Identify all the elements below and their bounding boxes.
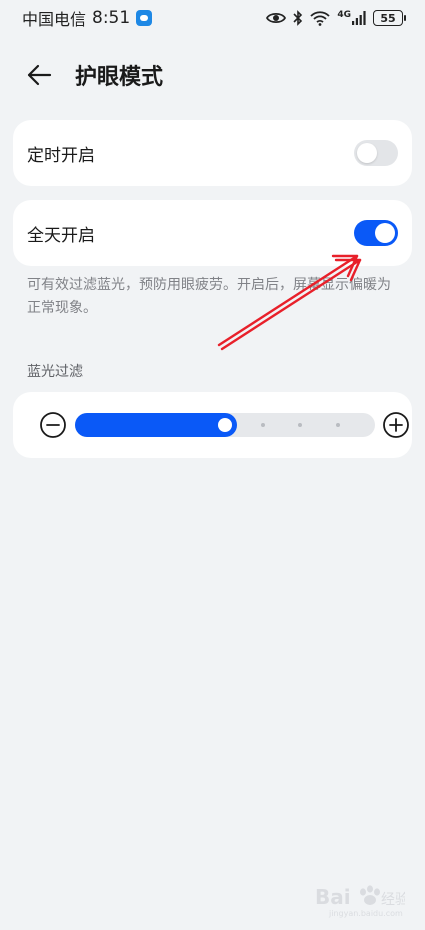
minus-circle-icon bbox=[40, 412, 66, 438]
svg-text:jingyan.baidu.com: jingyan.baidu.com bbox=[328, 909, 403, 918]
network-type-label: 4G bbox=[337, 10, 351, 20]
wifi-icon bbox=[310, 10, 330, 26]
slider-fill bbox=[75, 413, 237, 437]
signal-icon bbox=[352, 11, 366, 25]
battery-indicator: 55 bbox=[373, 10, 406, 26]
scheduled-setting-card[interactable]: 定时开启 bbox=[13, 120, 412, 186]
paw-logo-icon: Bai 经验 jingyan.baidu.com bbox=[315, 885, 405, 918]
svg-text:Bai: Bai bbox=[315, 885, 351, 909]
slider-step-dot bbox=[261, 423, 265, 427]
carrier-label: 中国电信 bbox=[22, 10, 87, 29]
slider-step-dot bbox=[298, 423, 302, 427]
blue-light-slider[interactable] bbox=[75, 413, 375, 437]
status-bar: 中国电信 8:51 4G 55 bbox=[0, 0, 425, 36]
all-day-label: 全天开启 bbox=[27, 225, 95, 246]
toggle-knob bbox=[357, 143, 377, 163]
page-header: 护眼模式 bbox=[0, 50, 425, 98]
scheduled-label: 定时开启 bbox=[27, 145, 95, 166]
page-title: 护眼模式 bbox=[75, 65, 164, 90]
all-day-setting-card[interactable]: 全天开启 bbox=[13, 200, 412, 266]
blue-light-slider-card bbox=[13, 392, 412, 458]
svg-text:经验: 经验 bbox=[381, 892, 405, 908]
slider-thumb[interactable] bbox=[218, 418, 232, 432]
decrease-button[interactable] bbox=[39, 411, 67, 439]
all-day-toggle[interactable] bbox=[354, 220, 398, 246]
watermark-logo: Bai 经验 jingyan.baidu.com bbox=[315, 880, 405, 918]
cloud-notification-icon bbox=[136, 10, 153, 26]
status-right: 4G 55 bbox=[266, 10, 406, 26]
back-arrow-icon bbox=[27, 64, 52, 86]
back-button[interactable] bbox=[22, 58, 56, 92]
eye-comfort-description: 可有效过滤蓝光，预防用眼疲劳。开启后，屏幕显示偏暖为正常现象。 bbox=[27, 277, 391, 316]
slider-step-dot bbox=[336, 423, 340, 427]
scheduled-toggle[interactable] bbox=[354, 140, 398, 166]
clock: 8:51 bbox=[92, 8, 131, 28]
blue-light-filter-label: 蓝光过滤 bbox=[27, 364, 83, 380]
eye-icon bbox=[266, 12, 287, 24]
bluetooth-icon bbox=[293, 10, 303, 26]
increase-button[interactable] bbox=[382, 411, 410, 439]
plus-circle-icon bbox=[383, 412, 409, 438]
toggle-knob bbox=[375, 223, 395, 243]
signal-group: 4G bbox=[337, 11, 366, 25]
status-left: 中国电信 8:51 bbox=[22, 6, 153, 30]
